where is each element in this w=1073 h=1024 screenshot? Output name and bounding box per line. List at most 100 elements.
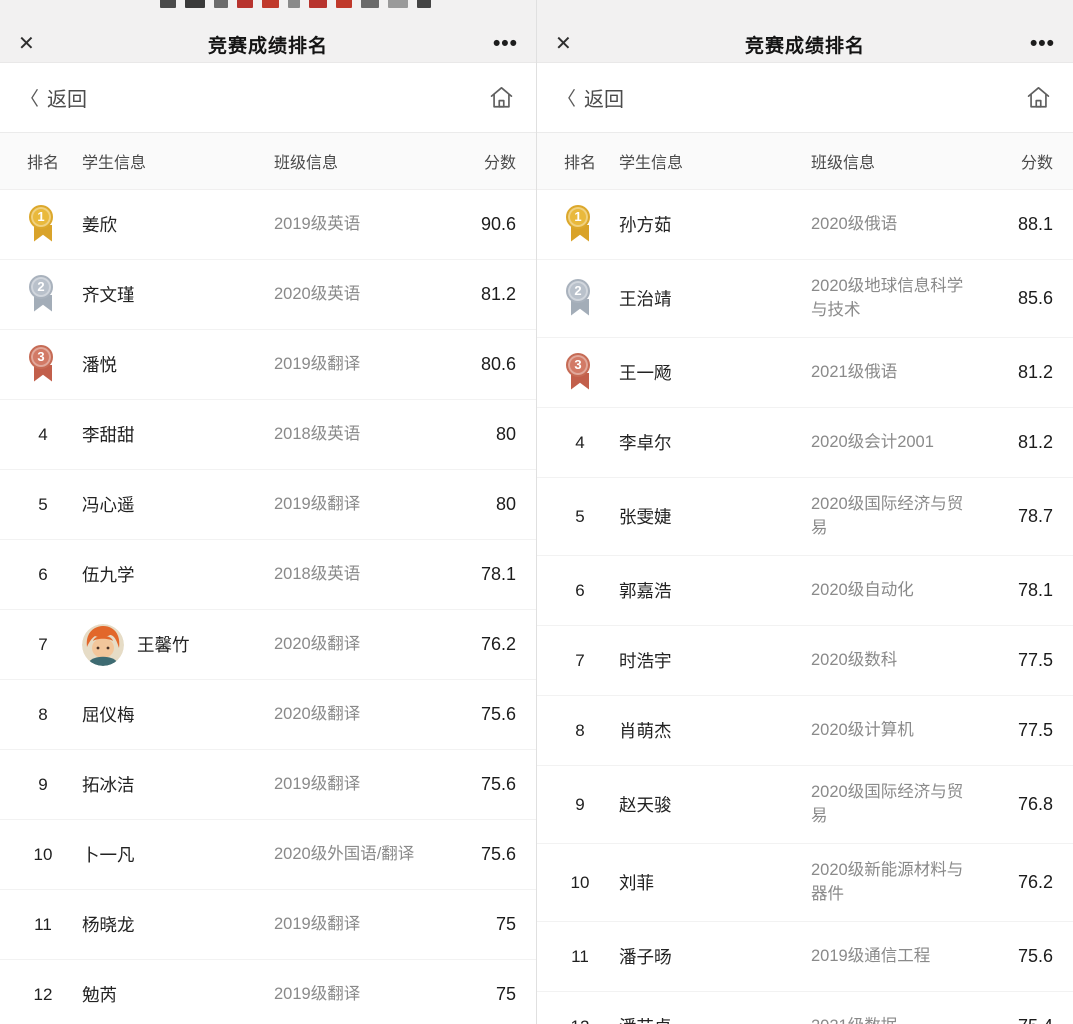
class-info: 2020级自动化: [811, 579, 973, 603]
table-row: 7: [0, 610, 536, 680]
student-cell: 屈仪梅: [66, 702, 274, 727]
back-label: 返回: [47, 83, 87, 112]
student-cell: 时浩宇: [603, 648, 811, 673]
table-row: 11 杨晓龙 2019级翻译 75: [0, 890, 536, 960]
student-cell: 潘艺卓: [603, 1014, 811, 1024]
table-row: 2 王治靖 2020级地球信息科学与技术 85.6: [537, 260, 1073, 338]
table-row: 4 李卓尔 2020级会计2001 81.2: [537, 408, 1073, 478]
class-info: 2020级地球信息科学与技术: [811, 275, 973, 323]
class-info: 2020级俄语: [811, 213, 973, 237]
rank-cell: 2: [557, 278, 603, 320]
rank-cell: 3: [557, 352, 603, 394]
rank-cell: 3: [20, 344, 66, 386]
class-info: 2021级数据: [811, 1015, 973, 1024]
back-label: 返回: [584, 83, 624, 112]
page-title: 竞赛成绩排名: [58, 31, 478, 58]
student-cell: 王治靖: [603, 286, 811, 311]
header-class: 班级信息: [274, 149, 436, 173]
more-menu-icon[interactable]: •••: [1015, 40, 1055, 48]
gold-medal-icon: 1: [28, 204, 58, 246]
rank-cell: 7: [20, 635, 66, 655]
ranking-panel-left: ✕ 竞赛成绩排名 ••• 〈 返回 排名 学生信息 班级信息 分数: [0, 0, 536, 1024]
table-header: 排名 学生信息 班级信息 分数: [0, 133, 536, 190]
close-icon[interactable]: ✕: [18, 34, 58, 54]
table-row: 9 拓冰洁 2019级翻译 75.6: [0, 750, 536, 820]
table-row: 10 卜一凡 2020级外国语/翻译 75.6: [0, 820, 536, 890]
student-cell: 杨晓龙: [66, 912, 274, 937]
home-icon[interactable]: [486, 83, 516, 113]
student-cell: 潘悦: [66, 352, 274, 377]
score-value: 88.1: [973, 214, 1053, 235]
score-value: 76.2: [436, 634, 516, 655]
rank-cell: 11: [557, 947, 603, 967]
student-avatar: [82, 624, 124, 666]
class-info: 2020级国际经济与贸易: [811, 781, 973, 829]
student-name: 李甜甜: [82, 422, 135, 447]
status-strip: [0, 0, 536, 26]
class-info: 2018级英语: [274, 423, 436, 447]
table-row: 1 姜欣 2019级英语 90.6: [0, 190, 536, 260]
student-name: 伍九学: [82, 562, 135, 587]
class-info: 2020级计算机: [811, 719, 973, 743]
bronze-medal-icon: 3: [28, 344, 58, 386]
table-row: 3 王一飏 2021级俄语 81.2: [537, 338, 1073, 408]
class-info: 2019级翻译: [274, 493, 436, 517]
table-row: 5 张雯婕 2020级国际经济与贸易 78.7: [537, 478, 1073, 556]
class-info: 2020级翻译: [274, 633, 436, 657]
table-row: 6 郭嘉浩 2020级自动化 78.1: [537, 556, 1073, 626]
rank-cell: 6: [20, 565, 66, 585]
score-value: 75.6: [436, 704, 516, 725]
ranking-panel-right: ✕ 竞赛成绩排名 ••• 〈 返回 排名 学生信息 班级信息 分数: [537, 0, 1073, 1024]
class-info: 2020级新能源材料与器件: [811, 859, 973, 907]
score-value: 77.5: [973, 720, 1053, 741]
student-cell: 潘子旸: [603, 944, 811, 969]
student-name: 李卓尔: [619, 430, 672, 455]
student-cell: 李卓尔: [603, 430, 811, 455]
student-name: 屈仪梅: [82, 702, 135, 727]
score-value: 78.1: [436, 564, 516, 585]
student-name: 刘菲: [619, 870, 654, 895]
student-name: 齐文瑾: [82, 282, 135, 307]
score-value: 78.7: [973, 506, 1053, 527]
table-row: 8 屈仪梅 2020级翻译 75.6: [0, 680, 536, 750]
rank-cell: 1: [20, 204, 66, 246]
student-name: 卜一凡: [82, 842, 135, 867]
score-value: 80: [436, 494, 516, 515]
score-value: 81.2: [973, 432, 1053, 453]
student-cell: 刘菲: [603, 870, 811, 895]
header-student: 学生信息: [603, 149, 811, 173]
table-row: 12 勉芮 2019级翻译 75: [0, 960, 536, 1024]
cropped-banner-content: [160, 0, 431, 8]
student-cell: 冯心遥: [66, 492, 274, 517]
score-value: 76.8: [973, 794, 1053, 815]
page-title: 竞赛成绩排名: [595, 31, 1015, 58]
student-name: 王馨竹: [137, 632, 190, 657]
rank-cell: 7: [557, 651, 603, 671]
class-info: 2020级翻译: [274, 703, 436, 727]
home-icon[interactable]: [1023, 83, 1053, 113]
student-name: 王治靖: [619, 286, 672, 311]
student-cell: 王馨竹: [66, 624, 274, 666]
table-row: 4 李甜甜 2018级英语 80: [0, 400, 536, 470]
table-row: 8 肖萌杰 2020级计算机 77.5: [537, 696, 1073, 766]
ranking-list: 1 孙方茹 2020级俄语 88.1 2 王治靖 2020级地球信息科学与技术 …: [537, 190, 1073, 1024]
class-info: 2019级翻译: [274, 913, 436, 937]
header-rank: 排名: [20, 149, 66, 173]
student-name: 潘子旸: [619, 944, 672, 969]
back-button[interactable]: 〈 返回: [20, 83, 87, 112]
close-icon[interactable]: ✕: [555, 34, 595, 54]
more-menu-icon[interactable]: •••: [478, 40, 518, 48]
silver-medal-icon: 2: [565, 278, 595, 320]
score-value: 80: [436, 424, 516, 445]
table-row: 1 孙方茹 2020级俄语 88.1: [537, 190, 1073, 260]
back-button[interactable]: 〈 返回: [557, 83, 624, 112]
student-cell: 李甜甜: [66, 422, 274, 447]
rank-cell: 9: [557, 795, 603, 815]
student-cell: 勉芮: [66, 982, 274, 1007]
rank-cell: 10: [557, 873, 603, 893]
titlebar: ✕ 竞赛成绩排名 •••: [537, 26, 1073, 63]
student-name: 拓冰洁: [82, 772, 135, 797]
table-row: 7 时浩宇 2020级数科 77.5: [537, 626, 1073, 696]
class-info: 2019级英语: [274, 213, 436, 237]
score-value: 78.1: [973, 580, 1053, 601]
